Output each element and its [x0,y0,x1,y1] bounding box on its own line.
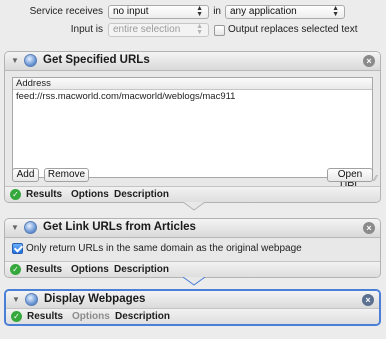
action-connector [183,277,205,286]
description-tab[interactable]: Description [114,189,169,200]
close-icon[interactable]: × [363,222,375,234]
popup-arrows-icon: ▲ ▼ [196,5,203,18]
action-footer: ✓ Results Options Description [6,308,379,324]
disclosure-triangle-icon[interactable]: ▼ [12,295,20,304]
automator-action-icon [24,221,37,234]
results-tab[interactable]: Results [26,189,62,200]
action-display-webpages[interactable]: ▼ Display Webpages × ✓ Results Options D… [4,289,381,326]
in-label: in [213,6,221,17]
popup-arrows-icon: ▲ ▼ [196,23,203,36]
automator-action-icon [25,293,38,306]
action-footer: ✓ Results Options Description [5,261,380,277]
disclosure-triangle-icon[interactable]: ▼ [11,56,19,65]
automator-action-icon [24,54,37,67]
action-get-link-urls[interactable]: ▼ Get Link URLs from Articles × Only ret… [4,218,381,278]
output-replaces-checkbox[interactable] [214,25,225,36]
input-is-value: entire selection [113,24,181,35]
options-tab[interactable]: Options [71,189,109,200]
application-value: any application [230,6,297,17]
add-button[interactable]: Add [12,168,39,182]
service-receives-label: Service receives [29,6,103,17]
description-tab[interactable]: Description [114,264,169,275]
action-connector [183,202,205,211]
action-header[interactable]: ▼ Get Link URLs from Articles × [5,219,380,238]
url-table[interactable]: Address feed://rss.macworld.com/macworld… [12,77,373,178]
checkmark-icon: ✓ [11,311,22,322]
same-domain-checkbox[interactable] [12,243,23,254]
action-title: Get Link URLs from Articles [43,221,196,233]
description-tab[interactable]: Description [115,311,170,322]
action-footer: ✓ Results Options Description [5,186,380,202]
disclosure-triangle-icon[interactable]: ▼ [11,223,19,232]
options-tab: Options [72,311,110,322]
same-domain-label: Only return URLs in the same domain as t… [26,243,302,254]
table-row[interactable]: feed://rss.macworld.com/macworld/weblogs… [13,90,372,103]
results-tab[interactable]: Results [26,264,62,275]
checkmark-icon: ✓ [10,264,21,275]
close-icon[interactable]: × [362,294,374,306]
checkmark-icon: ✓ [10,189,21,200]
popup-arrows-icon: ▲ ▼ [332,5,339,18]
results-tab[interactable]: Results [27,311,63,322]
service-input-type-value: no input [113,6,149,17]
action-header[interactable]: ▼ Get Specified URLs × [5,52,380,71]
remove-button[interactable]: Remove [44,168,89,182]
resize-handle-icon[interactable]: ⁄⁄ [374,174,377,183]
open-url-button[interactable]: Open URL [327,168,373,192]
service-input-type-popup[interactable]: no input ▲ ▼ [108,5,209,19]
action-title: Display Webpages [44,293,146,305]
action-get-specified-urls[interactable]: ▼ Get Specified URLs × Address feed://rs… [4,51,381,203]
options-tab[interactable]: Options [71,264,109,275]
close-icon[interactable]: × [363,55,375,67]
url-table-header[interactable]: Address [13,78,372,90]
application-popup[interactable]: any application ▲ ▼ [225,5,345,19]
input-is-popup[interactable]: entire selection ▲ ▼ [108,23,209,37]
action-title: Get Specified URLs [43,54,150,66]
output-replaces-label: Output replaces selected text [228,24,358,35]
input-is-label: Input is [70,24,103,35]
